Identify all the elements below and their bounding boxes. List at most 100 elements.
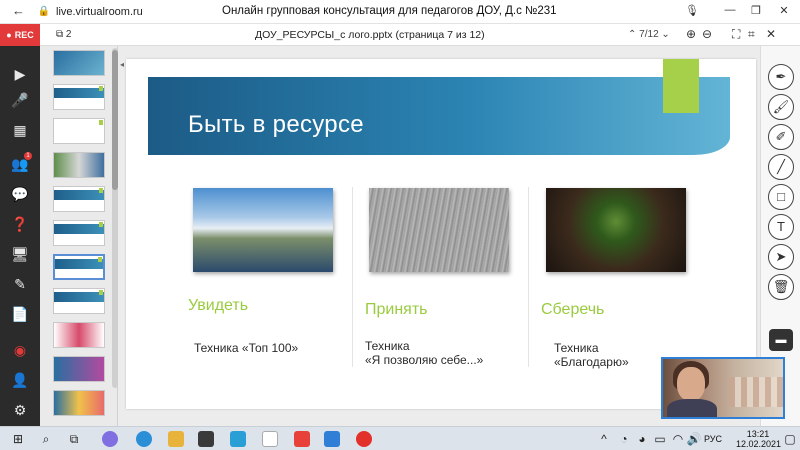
settings-gear-icon[interactable]: ⚙ — [10, 400, 30, 420]
column-caption-accept: Техника «Я позволяю себе...» — [365, 339, 483, 367]
person-in-rain-image — [369, 188, 509, 272]
caption-line: Техника — [554, 341, 599, 355]
screen: ← 🔒 live.virtualroom.ru Онлайн групповая… — [0, 0, 800, 450]
mute-icon[interactable]: 🎙 — [684, 4, 700, 17]
column-heading-accept: Принять — [365, 301, 428, 318]
column-heading-see: Увидеть — [188, 297, 249, 314]
record-button[interactable]: ● REC — [0, 24, 40, 46]
tray-app-icon[interactable]: ◔ — [616, 431, 632, 447]
windows-taskbar: ⊞ ⌕ ⧉ ^ ◔ ◕ ▭ ◠ 🔊 РУС 13:21 12.02.2021 ▢ — [0, 426, 800, 450]
edge-browser-icon[interactable] — [136, 431, 152, 447]
rectangle-icon[interactable]: □ — [768, 184, 794, 210]
glasses-mountains-image — [193, 188, 333, 272]
document-header: ⧉ 2 ДОУ_РЕСУРСЫ_с лого.pptx (страница 7 … — [40, 24, 800, 46]
pen-icon[interactable]: ✒ — [768, 64, 794, 90]
wifi-icon[interactable]: ◠ — [670, 431, 686, 447]
slide-thumbnail-selected[interactable] — [53, 254, 105, 280]
pointer-icon[interactable]: ➤ — [768, 244, 794, 270]
pages-count: 2 — [65, 29, 72, 40]
page-indicator: 7/12 — [639, 29, 659, 40]
microphone-icon[interactable]: 🎤 — [10, 90, 30, 110]
slide-thumbnail[interactable] — [53, 84, 105, 110]
cortana-app-icon[interactable] — [102, 431, 118, 447]
lock-icon[interactable]: 🔒 — [36, 6, 52, 17]
window-title: Онлайн групповая консультация для педаго… — [222, 5, 557, 17]
slide-title: Быть в ресурсе — [188, 111, 364, 138]
restore-icon[interactable]: ❐ — [748, 4, 764, 17]
screen-share-icon[interactable]: 🖥 — [10, 244, 30, 264]
participants-badge: 1 — [24, 152, 32, 160]
chat-panel-icon[interactable]: ▬ — [769, 329, 793, 351]
minimize-icon[interactable]: — — [722, 4, 738, 16]
highlighter-icon[interactable]: ✐ — [768, 124, 794, 150]
hands-seedling-image — [546, 188, 686, 272]
slide-thumbnail[interactable] — [53, 152, 105, 178]
clock[interactable]: 13:21 12.02.2021 — [736, 429, 781, 449]
zoom-in-icon[interactable]: ⊕ — [686, 27, 696, 41]
back-arrow-icon[interactable]: ← — [12, 3, 25, 18]
yandex-app-icon[interactable] — [294, 431, 310, 447]
close-icon[interactable]: ✕ — [776, 4, 792, 17]
caption-line: Техника «Топ 100» — [194, 341, 299, 355]
collapse-left-icon[interactable]: ◂ — [120, 60, 124, 69]
address-url[interactable]: live.virtualroom.ru — [56, 6, 143, 18]
caption-line: «Я позволяю себе...» — [365, 353, 484, 367]
fit-screen-icon[interactable]: ⛶ — [732, 27, 740, 42]
trash-icon[interactable]: 🗑 — [768, 274, 794, 300]
document-icon[interactable]: 📄 — [10, 304, 30, 324]
page-navigation[interactable]: ⌃ 7/12 ⌄ — [628, 29, 670, 40]
file-explorer-icon[interactable] — [168, 431, 184, 447]
marker-icon[interactable]: 🖌 — [768, 94, 794, 120]
column-caption-preserve: Техника «Благодарю» — [554, 341, 629, 369]
notifications-icon[interactable]: ▢ — [782, 431, 798, 447]
slide-thumbnail[interactable] — [53, 390, 105, 416]
text-icon[interactable]: T — [768, 214, 794, 240]
close-document-icon[interactable]: ✕ — [766, 27, 776, 41]
search-icon[interactable]: ⌕ — [38, 431, 54, 447]
slide-thumbnail[interactable] — [53, 50, 105, 76]
battery-icon[interactable]: ▭ — [652, 431, 668, 447]
windows-start-icon[interactable]: ⊞ — [10, 431, 26, 447]
webcam-person-face — [677, 367, 705, 401]
mail-icon[interactable] — [324, 431, 340, 447]
crop-icon[interactable]: ⌗ — [748, 27, 755, 42]
input-language[interactable]: РУС — [704, 434, 722, 444]
l-app-icon[interactable] — [230, 431, 246, 447]
screen-layout-icon[interactable]: ▦ — [10, 120, 30, 140]
webcam-video[interactable] — [661, 357, 785, 419]
caption-line: «Благодарю» — [554, 355, 629, 369]
green-accent-tab — [663, 59, 699, 113]
slide-thumbnail[interactable] — [53, 118, 105, 144]
volume-icon[interactable]: 🔊 — [686, 431, 702, 447]
chat-icon[interactable]: 💬 — [10, 184, 30, 204]
tray-expand-icon[interactable]: ^ — [596, 431, 612, 447]
slide-thumbnail[interactable] — [53, 322, 105, 348]
record-circle-icon[interactable]: ◉ — [10, 340, 30, 360]
question-icon[interactable]: ❓ — [10, 214, 30, 234]
left-toolbar: ● REC ▶ 🎤 ▦ 👥 1 💬 ❓ 🖥 ✎ 📄 ◉ 👤 ⚙ — [0, 24, 40, 426]
column-heading-preserve: Сберечь — [541, 301, 605, 318]
column-divider — [352, 187, 353, 367]
yandex-browser-icon[interactable] — [262, 431, 278, 447]
record-dot-icon: ● — [6, 30, 12, 40]
camera-icon[interactable]: ▶ — [10, 64, 30, 84]
caption-line: Техника — [365, 339, 410, 353]
slide-thumbnail[interactable] — [53, 356, 105, 382]
slide-thumbnails — [40, 46, 118, 426]
task-view-icon[interactable]: ⧉ — [66, 431, 82, 447]
slide-thumbnail[interactable] — [53, 288, 105, 314]
store-icon[interactable] — [198, 431, 214, 447]
line-icon[interactable]: ╱ — [768, 154, 794, 180]
add-user-icon[interactable]: 👤 — [10, 370, 30, 390]
pencil-icon[interactable]: ✎ — [10, 274, 30, 294]
browser-title-bar: ← 🔒 live.virtualroom.ru Онлайн групповая… — [0, 0, 800, 24]
clock-time: 13:21 — [746, 429, 770, 439]
participants-icon[interactable]: 👥 1 — [10, 152, 32, 174]
tray-app2-icon[interactable]: ◕ — [634, 431, 650, 447]
opera-browser-icon[interactable] — [356, 431, 372, 447]
webcam-background — [729, 377, 783, 407]
zoom-out-icon[interactable]: ⊖ — [702, 27, 712, 41]
pages-icon[interactable]: ⧉ 2 — [56, 29, 71, 40]
slide-thumbnail[interactable] — [53, 186, 105, 212]
slide-thumbnail[interactable] — [53, 220, 105, 246]
